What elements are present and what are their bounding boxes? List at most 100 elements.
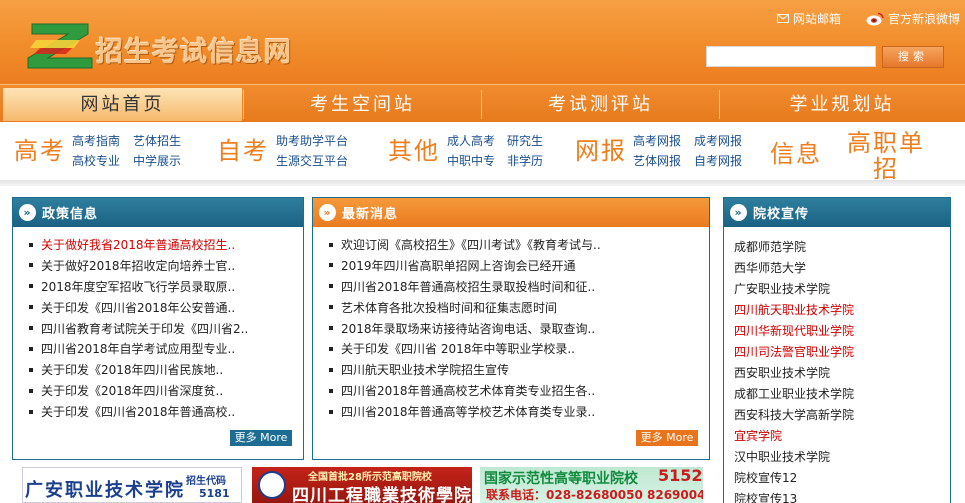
bullet-icon: [329, 346, 333, 351]
school-link[interactable]: 汉中职业技术学院: [734, 447, 950, 468]
nav-tab-exam-evaluation[interactable]: 考试测评站: [482, 88, 719, 121]
banner-national-model-college[interactable]: 国家示范性高等职业院校 5152 联系电话：028-82680050 82690…: [480, 467, 703, 503]
quick-link[interactable]: 艺体招生: [133, 132, 181, 149]
list-item[interactable]: 四川省2018年自学考试应用型专业..: [25, 339, 303, 360]
school-link[interactable]: 广安职业技术学院: [734, 279, 950, 300]
list-item[interactable]: 关于印发《2018年四川省深度贫..: [25, 381, 303, 402]
list-item-link[interactable]: 关于印发《2018年四川省深度贫..: [41, 384, 223, 398]
news-panel: » 最新消息 欢迎订阅《高校招生》《四川考试》《教育考试与.. 2019年四川省…: [312, 197, 710, 460]
quick-link[interactable]: 高考指南: [72, 132, 120, 149]
list-item-link[interactable]: 2018年录取场来访接待站咨询电话、录取查询..: [341, 322, 595, 336]
news-more-button[interactable]: 更多 More: [636, 430, 698, 446]
school-link[interactable]: 四川华新现代职业学院: [734, 321, 950, 342]
weibo-link[interactable]: 官方新浪微博: [866, 10, 960, 27]
list-item[interactable]: 关于印发《2018年四川省民族地..: [25, 360, 303, 381]
list-item[interactable]: 关于做好2018年招收定向培养士官..: [25, 256, 303, 277]
quick-gaokao-title[interactable]: 高考: [14, 131, 66, 166]
list-item-link[interactable]: 艺术体育各批次投档时间和征集志愿时间: [341, 301, 557, 315]
quick-links-bar: 高考 高考指南 艺体招生 高校专业 中学展示 自考 助考助学平台 生源交互平台 …: [0, 122, 965, 183]
news-list: 欢迎订阅《高校招生》《四川考试》《教育考试与.. 2019年四川省高职单招网上咨…: [313, 227, 709, 423]
nav-tab-home[interactable]: 网站首页: [3, 88, 242, 121]
list-item-link[interactable]: 四川省2018年普通高校艺术体育类专业招生各..: [341, 384, 595, 398]
quick-link[interactable]: 研究生: [507, 132, 543, 149]
list-item[interactable]: 关于印发《四川省2018年公安普通..: [25, 298, 303, 319]
quick-zikao-title[interactable]: 自考: [217, 131, 269, 166]
school-link[interactable]: 成都工业职业技术学院: [734, 384, 950, 405]
quick-link[interactable]: 生源交互平台: [276, 152, 348, 169]
quick-link[interactable]: 成考网报: [694, 132, 742, 149]
quick-link[interactable]: 中学展示: [133, 152, 181, 169]
site-logo-text[interactable]: 招生考试信息网: [96, 30, 292, 69]
school-link[interactable]: 四川航天职业技术学院: [734, 300, 950, 321]
weibo-label: 官方新浪微博: [888, 12, 961, 26]
quick-link[interactable]: 高考网报: [633, 132, 681, 149]
bullet-icon: [29, 409, 33, 414]
list-item[interactable]: 2018年度空军招收飞行学员录取原..: [25, 277, 303, 298]
list-item[interactable]: 2018年录取场来访接待站咨询电话、录取查询..: [325, 319, 709, 340]
list-item-link[interactable]: 四川航天职业技术学院招生宣传: [341, 363, 509, 377]
bullet-icon: [29, 284, 33, 289]
school-link[interactable]: 成都师范学院: [734, 237, 950, 258]
schools-panel-title: 院校宣传: [753, 207, 810, 222]
search-input[interactable]: [706, 46, 876, 67]
list-item[interactable]: 关于印发《四川省 2018年中等职业学校录..: [325, 339, 709, 360]
list-item-link[interactable]: 关于印发《四川省2018年公安普通..: [41, 301, 235, 315]
list-item-link[interactable]: 关于印发《2018年四川省民族地..: [41, 363, 223, 377]
list-item-link[interactable]: 欢迎订阅《高校招生》《四川考试》《教育考试与..: [341, 238, 601, 252]
bullet-icon: [329, 305, 333, 310]
list-item[interactable]: 关于做好我省2018年普通高校招生..: [25, 235, 303, 256]
quick-link[interactable]: 艺体网报: [633, 152, 681, 169]
list-item-link[interactable]: 四川省2018年普通高校招生录取投档时间和征..: [341, 280, 595, 294]
list-item-link[interactable]: 关于印发《四川省2018年普通高校..: [41, 405, 235, 419]
policy-more-button[interactable]: 更多 More: [230, 430, 292, 446]
list-item-link[interactable]: 四川省2018年自学考试应用型专业..: [41, 342, 235, 356]
nav-tab-study-planning[interactable]: 学业规划站: [720, 88, 964, 121]
school-link[interactable]: 院校宣传12: [734, 468, 950, 489]
school-link[interactable]: 四川司法警官职业学院: [734, 342, 950, 363]
site-mailbox-link[interactable]: 网站邮箱: [777, 10, 841, 27]
list-item[interactable]: 欢迎订阅《高校招生》《四川考试》《教育考试与..: [325, 235, 709, 256]
list-item[interactable]: 艺术体育各批次投档时间和征集志愿时间: [325, 298, 709, 319]
school-link[interactable]: 西华师范大学: [734, 258, 950, 279]
list-item[interactable]: 关于印发《四川省2018年普通高校..: [25, 402, 303, 423]
policy-panel-title: 政策信息: [42, 207, 99, 222]
list-item[interactable]: 四川省2018年普通高等学校艺术体育类专业录..: [325, 402, 709, 423]
school-link[interactable]: 院校宣传13: [734, 489, 950, 503]
quick-link[interactable]: 成人高考: [447, 132, 495, 149]
list-item-link[interactable]: 2018年度空军招收飞行学员录取原..: [41, 280, 235, 294]
quick-vocational-title-line2[interactable]: 招: [873, 149, 899, 184]
list-item-link[interactable]: 关于做好2018年招收定向培养士官..: [41, 259, 235, 273]
list-item-link[interactable]: 四川省教育考试院关于印发《四川省2..: [41, 322, 248, 336]
quick-other-title[interactable]: 其他: [388, 131, 440, 166]
quick-link[interactable]: 非学历: [507, 152, 543, 169]
school-link[interactable]: 西安职业技术学院: [734, 363, 950, 384]
list-item[interactable]: 2019年四川省高职单招网上咨询会已经开通: [325, 256, 709, 277]
banner-sichuan-engineering[interactable]: 全国首批28所示范高职院校 四川工程職業技術學院: [252, 467, 472, 503]
list-item-link[interactable]: 2019年四川省高职单招网上咨询会已经开通: [341, 259, 576, 273]
list-item[interactable]: 四川省教育考试院关于印发《四川省2..: [25, 319, 303, 340]
list-item-link[interactable]: 关于印发《四川省 2018年中等职业学校录..: [341, 342, 575, 356]
bullet-icon: [329, 409, 333, 414]
quick-info-title[interactable]: 信息: [770, 134, 822, 169]
search-button[interactable]: 搜索: [882, 46, 944, 68]
schools-panel-header: » 院校宣传: [724, 198, 950, 227]
list-item-link[interactable]: 关于做好我省2018年普通高校招生..: [41, 238, 235, 252]
banner-code-label: 招生代码: [186, 476, 226, 487]
quick-link[interactable]: 自考网报: [694, 152, 742, 169]
bullet-icon: [329, 388, 333, 393]
list-item[interactable]: 四川航天职业技术学院招生宣传: [325, 360, 709, 381]
list-item[interactable]: 四川省2018年普通高校艺术体育类专业招生各..: [325, 381, 709, 402]
schools-panel: » 院校宣传 成都师范学院 西华师范大学 广安职业技术学院 四川航天职业技术学院…: [723, 197, 951, 503]
school-link[interactable]: 西安科技大学高新学院: [734, 405, 950, 426]
nav-tab-student-space[interactable]: 考生空间站: [244, 88, 481, 121]
school-link[interactable]: 宜宾学院: [734, 426, 950, 447]
quick-link[interactable]: 高校专业: [72, 152, 120, 169]
list-item[interactable]: 四川省2018年普通高校招生录取投档时间和征..: [325, 277, 709, 298]
quick-link[interactable]: 助考助学平台: [276, 132, 348, 149]
mail-icon: [777, 14, 789, 23]
quick-link[interactable]: 中职中专: [447, 152, 495, 169]
quick-online-registration-title[interactable]: 网报: [575, 131, 627, 166]
school-list: 成都师范学院 西华师范大学 广安职业技术学院 四川航天职业技术学院 四川华新现代…: [724, 227, 950, 503]
banner-guangan-college[interactable]: 广安职业技术学院 招生代码 5181: [22, 467, 242, 503]
list-item-link[interactable]: 四川省2018年普通高等学校艺术体育类专业录..: [341, 405, 595, 419]
